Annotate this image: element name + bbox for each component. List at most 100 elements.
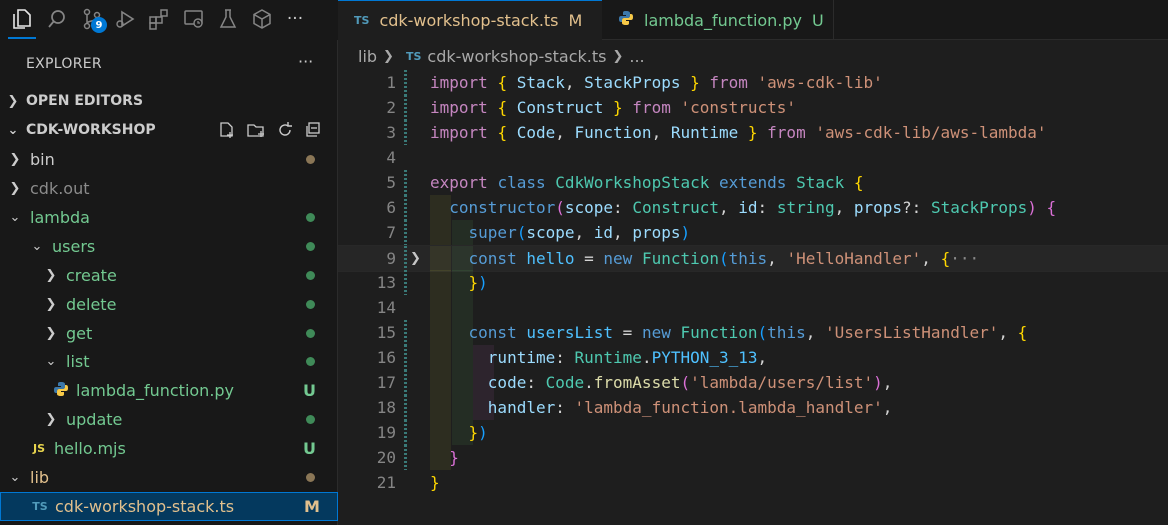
code-token: , — [719, 198, 739, 217]
code-token: runtime — [487, 348, 556, 367]
tree-file-lambda-function-py[interactable]: lambda_function.py U — [0, 376, 338, 405]
search-icon[interactable] — [44, 6, 70, 32]
code-line[interactable]: 19 }) — [338, 420, 1168, 445]
code-line[interactable]: 2 import { Construct } from 'constructs' — [338, 95, 1168, 120]
tree-folder-users[interactable]: ⌄ users — [0, 232, 338, 261]
extensions-icon[interactable] — [146, 6, 172, 32]
chevron-right-icon: ❯ — [45, 268, 57, 283]
code-line[interactable]: 20 } — [338, 445, 1168, 470]
change-gutter-marker — [404, 220, 407, 245]
open-editors-section[interactable]: ❯ OPEN EDITORS — [0, 88, 338, 114]
tree-folder-update[interactable]: ❯ update — [0, 405, 338, 434]
code-token: StackProps — [930, 198, 1028, 217]
code-token: . — [641, 348, 652, 367]
code-editor[interactable]: 1 import { Stack, StackProps } from 'aws-… — [338, 70, 1168, 525]
more-icon[interactable]: ··· — [282, 6, 308, 32]
code-token: : — [613, 198, 633, 217]
explorer-title: EXPLORER — [26, 56, 102, 72]
code-token: usersList — [526, 323, 614, 342]
code-token: ) — [478, 273, 488, 292]
new-file-icon[interactable] — [218, 121, 236, 143]
tree-file-hello-mjs[interactable]: JS hello.mjs U — [0, 434, 338, 463]
change-gutter-marker — [404, 420, 407, 445]
code-token: , — [564, 73, 585, 92]
code-line[interactable]: 15 const usersList = new Function(this, … — [338, 320, 1168, 345]
breadcrumb-folder[interactable]: lib — [358, 47, 377, 66]
tree-folder-create[interactable]: ❯ create — [0, 261, 338, 290]
cube-icon[interactable] — [249, 6, 275, 32]
code-token: this — [728, 249, 768, 268]
code-token: Runtime — [670, 123, 739, 142]
tree-label: users — [52, 237, 96, 256]
code-line[interactable]: 17 code: Code.fromAsset('lambda/users/li… — [338, 370, 1168, 395]
remote-explorer-icon[interactable] — [181, 6, 207, 32]
code-line[interactable]: 6 constructor(scope: Construct, id: stri… — [338, 195, 1168, 220]
code-token: , — [767, 249, 787, 268]
code-line[interactable]: 4 — [338, 145, 1168, 170]
testing-icon[interactable] — [215, 6, 241, 32]
tree-folder-lambda[interactable]: ⌄ lambda — [0, 203, 338, 232]
code-token: { — [1017, 323, 1028, 342]
code-line[interactable]: 21} — [338, 470, 1168, 495]
code-token: const — [468, 323, 527, 342]
breadcrumb-file[interactable]: cdk-workshop-stack.ts — [427, 47, 606, 66]
explorer-more-button[interactable]: ··· — [298, 52, 313, 71]
code-line[interactable]: 18 handler: 'lambda_function.lambda_hand… — [338, 395, 1168, 420]
tree-folder-bin[interactable]: ❯ bin — [0, 145, 338, 174]
code-token: Function — [641, 249, 719, 268]
tree-folder-lib[interactable]: ⌄ lib — [0, 463, 338, 492]
code-token: ) — [1027, 198, 1037, 217]
code-token: Construct — [632, 198, 720, 217]
status-dot — [306, 242, 315, 251]
code-token: Construct — [516, 98, 604, 117]
code-token: new — [641, 323, 681, 342]
code-line[interactable]: 13 }) — [338, 270, 1168, 295]
code-token: : — [757, 198, 777, 217]
collapse-all-icon[interactable] — [304, 121, 322, 143]
tree-folder-delete[interactable]: ❯ delete — [0, 290, 338, 319]
line-number: 6 — [386, 198, 396, 217]
tree-folder-list[interactable]: ⌄ list — [0, 347, 338, 376]
explorer-icon[interactable] — [9, 6, 35, 32]
code-line[interactable]: 14 — [338, 295, 1168, 320]
code-text: import { Stack, StackProps } from 'aws-c… — [430, 70, 883, 95]
typescript-file-icon: TS — [32, 500, 48, 513]
python-file-icon — [618, 10, 634, 30]
tab-cdk-workshop-stack[interactable]: TS cdk-workshop-stack.ts M — [338, 0, 602, 40]
new-folder-icon[interactable] — [246, 121, 266, 143]
code-token: } — [468, 423, 479, 442]
line-number: 2 — [386, 98, 396, 117]
chevron-right-icon: ❯ — [7, 93, 19, 109]
chevron-right-icon: ❯ — [383, 48, 394, 64]
code-line[interactable]: 9 ❯ const hello = new Function(this, 'Hel… — [338, 245, 1168, 272]
fold-chevron-icon[interactable]: ❯ — [410, 246, 421, 271]
breadcrumb-symbol[interactable]: ... — [629, 47, 644, 66]
run-debug-icon[interactable] — [112, 6, 138, 32]
status-dot — [306, 415, 315, 424]
code-line[interactable]: 16 runtime: Runtime.PYTHON_3_13, — [338, 345, 1168, 370]
code-text: constructor(scope: Construct, id: string… — [430, 195, 1056, 220]
refresh-icon[interactable] — [276, 121, 294, 143]
code-token: ?: — [902, 198, 931, 217]
code-line[interactable]: 3 import { Code, Function, Runtime } from… — [338, 120, 1168, 145]
tree-label: list — [66, 352, 90, 371]
code-token: ··· — [950, 249, 980, 268]
code-line[interactable]: 7 super(scope, id, props) — [338, 220, 1168, 245]
code-text: import { Code, Function, Runtime } from … — [430, 120, 1047, 145]
line-number: 5 — [386, 173, 396, 192]
workspace-section[interactable]: ⌄ CDK-WORKSHOP — [0, 117, 338, 143]
tab-lambda-function[interactable]: lambda_function.py U — [602, 0, 834, 40]
code-line[interactable]: 1 import { Stack, StackProps } from 'aws-… — [338, 70, 1168, 95]
change-gutter-marker — [404, 320, 407, 345]
code-token: ( — [719, 249, 729, 268]
tree-folder-get[interactable]: ❯ get — [0, 319, 338, 348]
tree-folder-cdk-out[interactable]: ❯ cdk.out — [0, 174, 338, 203]
code-token: id — [593, 223, 614, 242]
tree-file-cdk-workshop-stack-ts[interactable]: TS cdk-workshop-stack.ts M — [0, 492, 338, 521]
code-text: } — [430, 445, 459, 470]
code-token: scope — [564, 198, 614, 217]
code-line[interactable]: 5 export class CdkWorkshopStack extends S… — [338, 170, 1168, 195]
code-token: , — [757, 348, 768, 367]
code-token: ( — [757, 323, 768, 342]
